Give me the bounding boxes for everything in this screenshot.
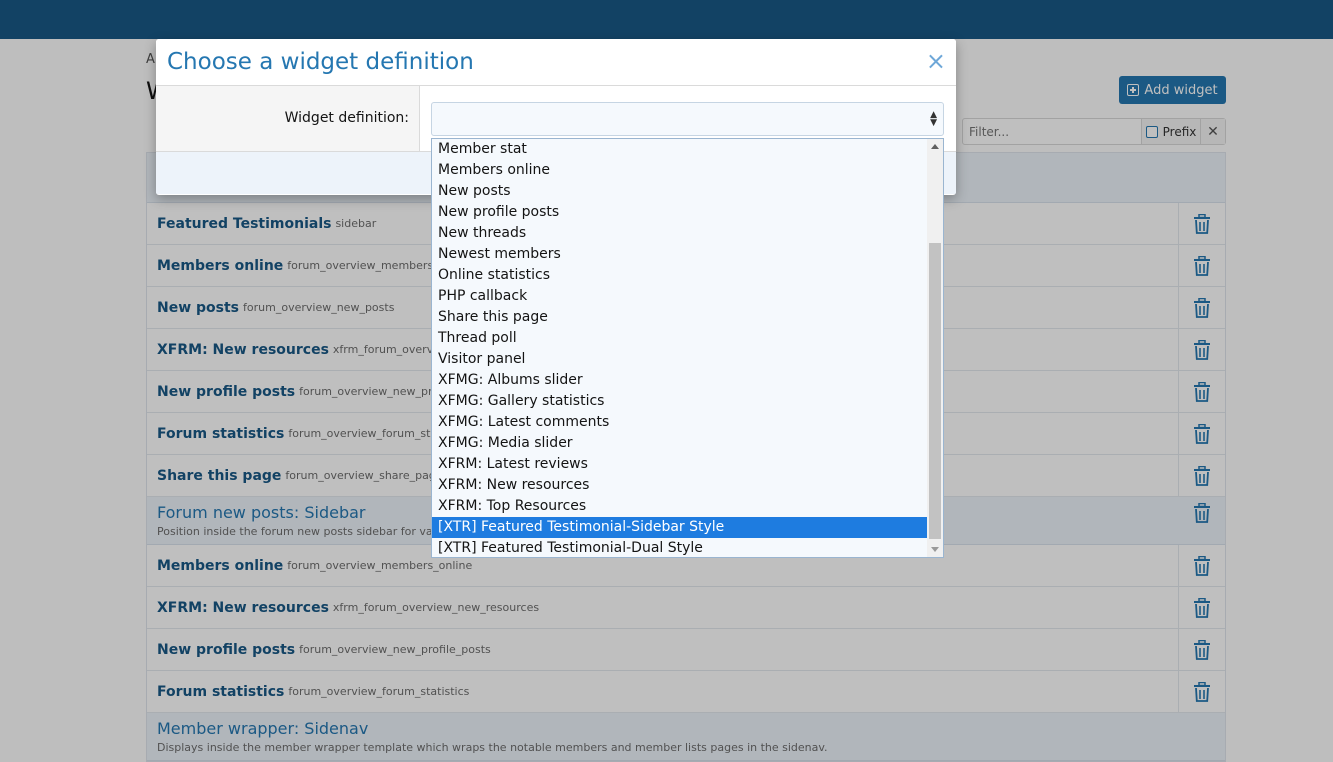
dropdown-option[interactable]: Online statistics [432,265,927,286]
dropdown-scrollbar[interactable] [927,139,943,557]
widget-definition-label: Widget definition: [156,86,420,151]
modal-header: Choose a widget definition × [156,39,956,86]
dropdown-option[interactable]: [XTR] Featured Testimonial-Sidebar Style [432,517,927,538]
dropdown-option[interactable]: XFMG: Albums slider [432,370,927,391]
dropdown-option[interactable]: Members online [432,160,927,181]
dropdown-option[interactable]: Member stat [432,139,927,160]
dropdown-option[interactable]: Newest members [432,244,927,265]
dropdown-option[interactable]: Share this page [432,307,927,328]
dropdown-option[interactable]: XFRM: Latest reviews [432,454,927,475]
widget-definition-dropdown[interactable]: Member stat Members online New posts New pr… [431,138,944,558]
dropdown-option[interactable]: Thread poll [432,328,927,349]
dropdown-option[interactable]: XFMG: Gallery statistics [432,391,927,412]
dropdown-option[interactable]: New threads [432,223,927,244]
dropdown-option-list: Member stat Members online New posts New pr… [432,139,943,557]
scroll-up-arrow-icon[interactable] [931,144,939,149]
dropdown-option[interactable]: New posts [432,181,927,202]
dropdown-option[interactable]: Visitor panel [432,349,927,370]
dropdown-option[interactable]: PHP callback [432,286,927,307]
dropdown-option[interactable]: XFRM: Top Resources [432,496,927,517]
widget-definition-select[interactable]: ▲ ▼ [431,102,944,136]
dropdown-option[interactable]: XFMG: Media slider [432,433,927,454]
dropdown-option[interactable]: [XTR] Featured Testimonial-Dual Style [432,538,927,557]
modal-title: Choose a widget definition [167,49,474,75]
scroll-thumb[interactable] [929,243,941,539]
dropdown-option[interactable]: XFRM: New resources [432,475,927,496]
dropdown-option[interactable]: XFMG: Latest comments [432,412,927,433]
select-arrows-icon: ▲ ▼ [930,110,937,128]
dropdown-option[interactable]: New profile posts [432,202,927,223]
scroll-down-arrow-icon[interactable] [931,547,939,552]
close-icon[interactable]: × [926,49,946,73]
